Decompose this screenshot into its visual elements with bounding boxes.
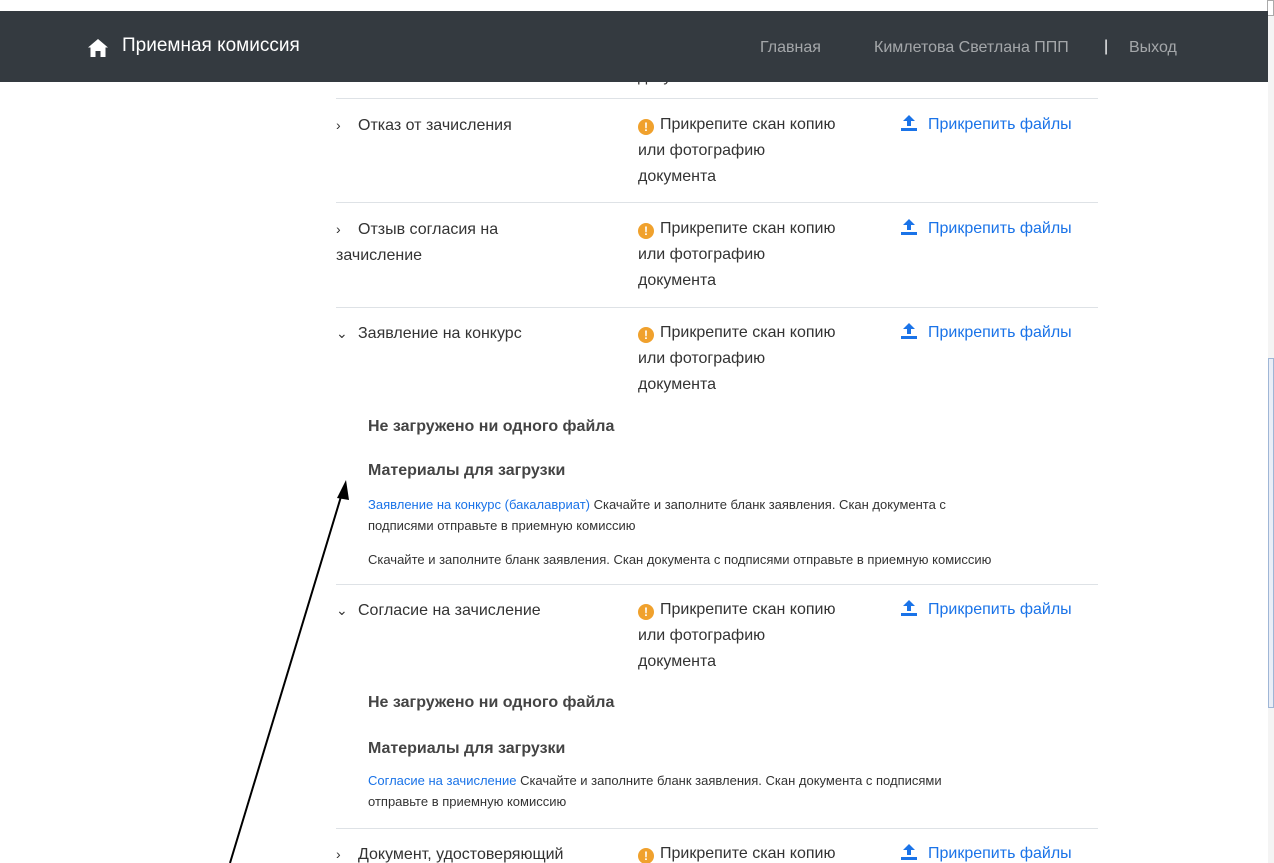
material-download-link[interactable]: Согласие на зачисление xyxy=(368,773,516,788)
scrollbar-top-button[interactable] xyxy=(1267,0,1274,16)
row-status: ! Прикрепите скан копию или фотографию до… xyxy=(638,597,888,675)
top-navbar: Приемная комиссия Главная Кимлетова Свет… xyxy=(0,11,1268,82)
upload-icon xyxy=(901,844,917,860)
status-line: или фотографию xyxy=(638,142,766,159)
warning-icon: ! xyxy=(638,327,654,343)
row-title: Отказ от зачисления xyxy=(358,117,512,134)
status-line: документа xyxy=(638,168,717,185)
status-line: Прикрепите скан копию xyxy=(660,601,836,618)
warning-icon: ! xyxy=(638,848,654,863)
attach-files-button[interactable]: Прикрепить файлы xyxy=(900,112,1072,138)
upload-label: Прикрепить файлы xyxy=(928,845,1072,862)
home-icon[interactable] xyxy=(88,39,108,57)
nav-logout-link[interactable]: Выход xyxy=(1129,39,1177,57)
nav-user-name[interactable]: Кимлетова Светлана ППП xyxy=(874,39,1069,57)
row-status: ! Прикрепите скан копию или фотографию до… xyxy=(638,112,888,190)
row-toggle[interactable]: › Отзыв согласия на зачисление xyxy=(336,216,626,269)
status-line: или фотографию xyxy=(638,627,766,644)
upload-icon xyxy=(901,115,917,131)
upload-label: Прикрепить файлы xyxy=(928,116,1072,133)
status-line: Прикрепите скан копию xyxy=(660,220,836,237)
warning-icon: ! xyxy=(638,119,654,135)
material-item: Заявление на конкурс (бакалавриат) Скача… xyxy=(368,494,1098,536)
row-divider xyxy=(336,98,1098,99)
row-title: Отзыв согласия на xyxy=(358,221,499,238)
material-note: Скачайте и заполните бланк заявления. Ск… xyxy=(368,549,1098,570)
materials-section: Материалы для загрузки xyxy=(368,740,1098,758)
chevron-right-icon: › xyxy=(336,846,341,862)
main-content: документа › Отказ от зачисления ! Прикрепи… xyxy=(0,0,1268,863)
warning-icon: ! xyxy=(638,604,654,620)
row-divider xyxy=(336,584,1098,585)
row-status: ! Прикрепите скан копию или фотографию до… xyxy=(638,216,888,294)
chevron-right-icon: › xyxy=(336,221,341,237)
chevron-down-icon: ⌄ xyxy=(336,325,348,341)
row-details: Не загружено ни одного файла xyxy=(368,418,1098,436)
row-title: Заявление на конкурс xyxy=(358,325,522,342)
row-status: ! Прикрепите скан копию или фотографию до… xyxy=(638,320,888,398)
attach-files-button[interactable]: Прикрепить файлы xyxy=(900,597,1072,623)
upload-label: Прикрепить файлы xyxy=(928,324,1072,341)
material-description: Скачайте и заполните бланк заявления. Ск… xyxy=(589,497,946,512)
status-line: документа xyxy=(638,376,717,393)
materials-title: Материалы для загрузки xyxy=(368,462,566,479)
material-description-cont: отправьте в приемную комиссию xyxy=(368,794,567,809)
row-divider xyxy=(336,828,1098,829)
row-toggle[interactable]: › Документ, удостоверяющий xyxy=(336,841,626,863)
material-item: Согласие на зачисление Скачайте и заполн… xyxy=(368,770,1098,812)
row-details: Не загружено ни одного файла xyxy=(368,694,1098,712)
chevron-down-icon: ⌄ xyxy=(336,602,348,618)
materials-title: Материалы для загрузки xyxy=(368,740,566,757)
material-download-link[interactable]: Заявление на конкурс (бакалавриат) xyxy=(368,497,590,512)
status-line: Прикрепите скан копию xyxy=(660,324,836,341)
status-line: или фотографию xyxy=(638,246,766,263)
material-description-cont: подписями отправьте в приемную комиссию xyxy=(368,518,636,533)
warning-icon: ! xyxy=(638,223,654,239)
nav-link-home[interactable]: Главная xyxy=(760,39,821,57)
status-line: или фотографию xyxy=(638,350,766,367)
material-note-text: Скачайте и заполните бланк заявления. Ск… xyxy=(368,552,992,567)
row-title: Согласие на зачисление xyxy=(358,602,541,619)
status-line: Прикрепите скан копию xyxy=(660,845,836,862)
attach-files-button[interactable]: Прикрепить файлы xyxy=(900,320,1072,346)
row-toggle[interactable]: ⌄ Заявление на конкурс xyxy=(336,320,626,347)
upload-label: Прикрепить файлы xyxy=(928,601,1072,618)
scrollbar-thumb[interactable] xyxy=(1268,358,1274,708)
row-divider xyxy=(336,307,1098,308)
attach-files-button[interactable]: Прикрепить файлы xyxy=(900,841,1072,863)
upload-icon xyxy=(901,600,917,616)
brand-title[interactable]: Приемная комиссия xyxy=(122,35,300,57)
row-toggle[interactable]: ⌄ Согласие на зачисление xyxy=(336,597,626,624)
row-divider xyxy=(336,202,1098,203)
upload-icon xyxy=(901,323,917,339)
status-line: документа xyxy=(638,653,717,670)
upload-icon xyxy=(901,219,917,235)
attach-files-button[interactable]: Прикрепить файлы xyxy=(900,216,1072,242)
chevron-right-icon: › xyxy=(336,117,341,133)
row-toggle[interactable]: › Отказ от зачисления xyxy=(336,112,626,139)
no-files-message: Не загружено ни одного файла xyxy=(368,694,615,711)
status-line: Прикрепите скан копию xyxy=(660,116,836,133)
no-files-message: Не загружено ни одного файла xyxy=(368,418,615,435)
material-description: Скачайте и заполните бланк заявления. Ск… xyxy=(516,773,942,788)
row-title-cont: зачисление xyxy=(336,247,423,264)
status-line: документа xyxy=(638,272,717,289)
row-title: Документ, удостоверяющий xyxy=(358,846,564,863)
nav-separator: | xyxy=(1104,38,1109,55)
row-status: ! Прикрепите скан копию xyxy=(638,841,888,863)
materials-section: Материалы для загрузки xyxy=(368,462,1098,480)
upload-label: Прикрепить файлы xyxy=(928,220,1072,237)
